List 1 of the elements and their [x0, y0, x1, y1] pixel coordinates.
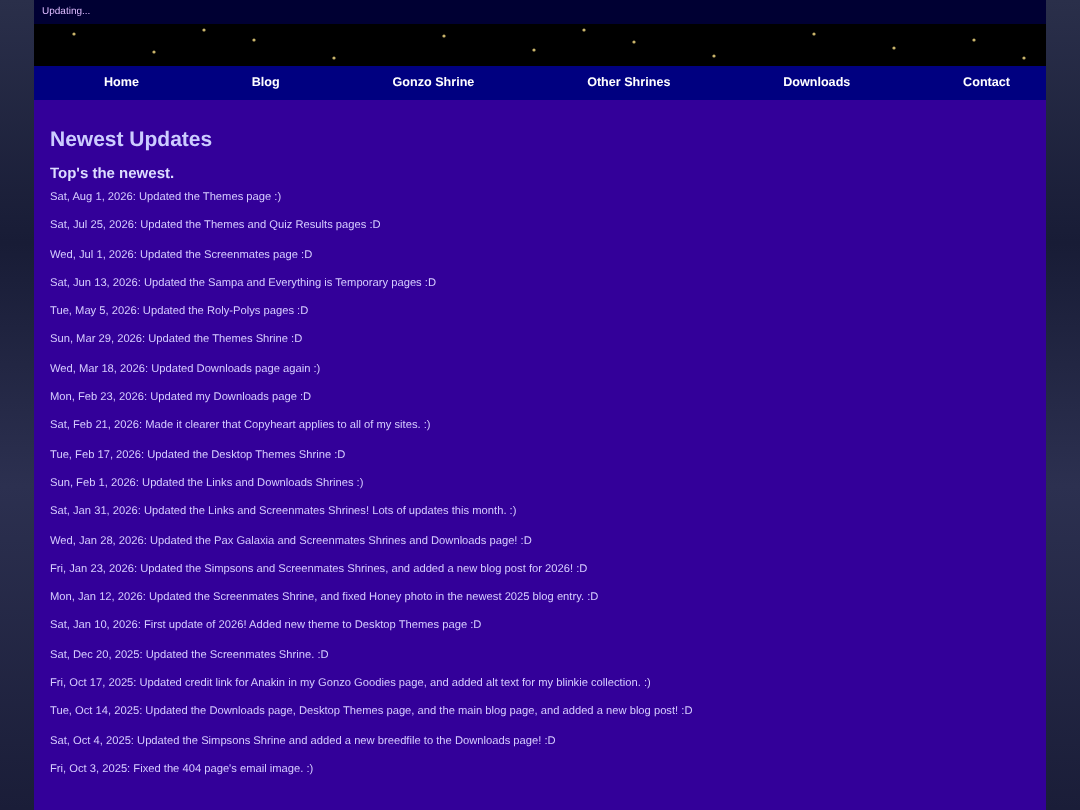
page-heading: Newest Updates [50, 128, 215, 152]
